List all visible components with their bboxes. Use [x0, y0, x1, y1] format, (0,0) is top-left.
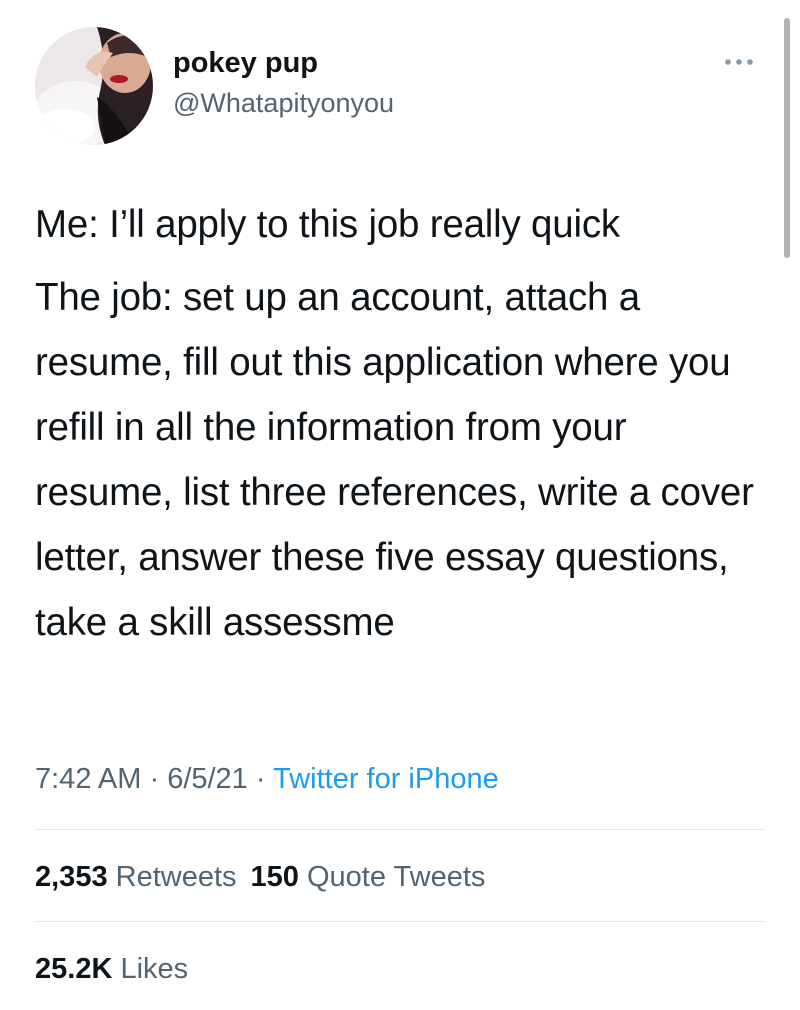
- tweet-text: Me: I’ll apply to this job really quick …: [35, 192, 765, 655]
- tweet-source-link[interactable]: Twitter for iPhone: [273, 763, 499, 795]
- likes-label: Likes: [120, 953, 189, 985]
- likes-count: 25.2K: [35, 953, 113, 985]
- likes-stat[interactable]: 25.2K Likes: [35, 953, 188, 985]
- user-handle[interactable]: @Whatapityonyou: [173, 85, 394, 121]
- more-horizontal-icon[interactable]: [721, 55, 757, 69]
- tweet-detail: pokey pup @Whatapityonyou Me: I’ll apply…: [0, 0, 800, 1010]
- retweets-count: 2,353: [35, 861, 108, 893]
- scrollbar[interactable]: [784, 18, 790, 258]
- tweet-meta: 7:42 AM · 6/5/21 · Twitter for iPhone: [35, 759, 499, 799]
- tweet-date[interactable]: 6/5/21: [167, 763, 248, 795]
- avatar[interactable]: [35, 27, 153, 145]
- tweet-header: pokey pup @Whatapityonyou: [35, 27, 765, 147]
- quote-tweets-count: 150: [250, 861, 299, 893]
- tweet-text-line-1: Me: I’ll apply to this job really quick: [35, 203, 620, 246]
- meta-separator: ·: [141, 763, 168, 795]
- retweets-label: Retweets: [115, 861, 237, 893]
- meta-separator: ·: [247, 763, 274, 795]
- divider: [35, 921, 765, 922]
- engagement-row: 2,353 Retweets 150 Quote Tweets: [35, 857, 499, 897]
- divider: [35, 829, 765, 830]
- tweet-text-line-2: The job: set up an account, attach a res…: [35, 276, 754, 644]
- display-name[interactable]: pokey pup: [173, 45, 394, 81]
- retweets-stat[interactable]: 2,353 Retweets: [35, 861, 237, 893]
- avatar-photo: [35, 27, 153, 145]
- likes-row: 25.2K Likes: [35, 949, 202, 989]
- author-names[interactable]: pokey pup @Whatapityonyou: [173, 45, 394, 121]
- tweet-time[interactable]: 7:42 AM: [35, 763, 141, 795]
- quote-tweets-stat[interactable]: 150 Quote Tweets: [251, 861, 486, 893]
- quote-tweets-label: Quote Tweets: [306, 861, 486, 893]
